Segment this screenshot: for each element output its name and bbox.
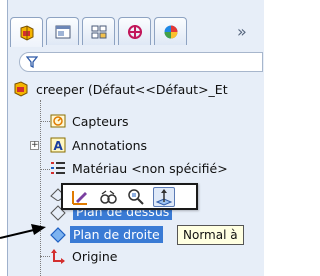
context-toolbar xyxy=(61,183,198,210)
tree-item-capteurs[interactable]: Capteurs xyxy=(50,113,129,129)
tree-item-label: Origine xyxy=(72,248,118,264)
part-icon xyxy=(14,81,28,97)
normal-to-button[interactable] xyxy=(153,186,175,207)
material-icon xyxy=(51,162,65,174)
expand-toggle[interactable]: + xyxy=(30,141,39,150)
panel-tab-bar xyxy=(10,17,263,47)
filter-icon xyxy=(26,56,38,68)
feature-manager-icon xyxy=(20,24,33,41)
origin-icon xyxy=(51,249,65,264)
plane-icon xyxy=(50,226,66,243)
display-manager-icon xyxy=(164,25,177,38)
pointer-arrow-icon xyxy=(0,224,46,239)
tree-connector xyxy=(40,256,50,257)
tree-item-plan-de-droite[interactable]: Plan de droite xyxy=(50,226,163,243)
edit-sketch-button[interactable] xyxy=(69,187,91,207)
tree-item-label: Matériau <non spécifié> xyxy=(72,160,228,176)
tab-dimxpert[interactable] xyxy=(118,17,151,45)
tab-property-manager[interactable] xyxy=(46,17,79,45)
tab-configuration-manager[interactable] xyxy=(82,17,115,45)
tree-root-item[interactable]: creeper (Défaut<<Défaut>_Et xyxy=(12,81,228,97)
sensors-icon xyxy=(50,114,66,128)
more-tabs-button[interactable]: » xyxy=(237,22,247,41)
configuration-manager-icon xyxy=(91,25,106,38)
dimxpert-icon xyxy=(127,24,142,39)
hide-show-button[interactable] xyxy=(97,187,119,207)
zoom-to-selection-icon xyxy=(128,188,144,205)
normal-to-icon xyxy=(155,188,173,206)
tree-item-origine[interactable]: Origine xyxy=(50,248,117,264)
tree-item-label: Annotations xyxy=(72,137,148,153)
tree-item-annotations[interactable]: A Annotations xyxy=(50,137,147,153)
tree-item-label: Capteurs xyxy=(72,113,129,129)
edit-sketch-icon xyxy=(72,190,87,205)
tree-item-label: Plan de droite xyxy=(70,226,163,243)
svg-text:A: A xyxy=(54,139,64,153)
annotations-icon: A xyxy=(50,137,66,153)
tree-filter-field[interactable] xyxy=(19,52,263,72)
tree-connector xyxy=(40,169,50,170)
tree-connector xyxy=(40,121,50,122)
tooltip: Normal à xyxy=(177,225,244,245)
tree-guide-line xyxy=(40,100,41,276)
property-manager-icon xyxy=(55,25,70,38)
tab-feature-manager[interactable] xyxy=(10,17,43,47)
tab-display-manager[interactable] xyxy=(154,17,187,45)
plan-de-dessus-label-partial: Plan de dessus xyxy=(73,209,173,220)
hide-show-icon xyxy=(100,189,117,204)
zoom-to-selection-button[interactable] xyxy=(125,187,147,207)
tree-root-label: creeper (Défaut<<Défaut>_Et xyxy=(36,81,228,97)
tree-item-material[interactable]: Matériau <non spécifié> xyxy=(50,160,228,176)
